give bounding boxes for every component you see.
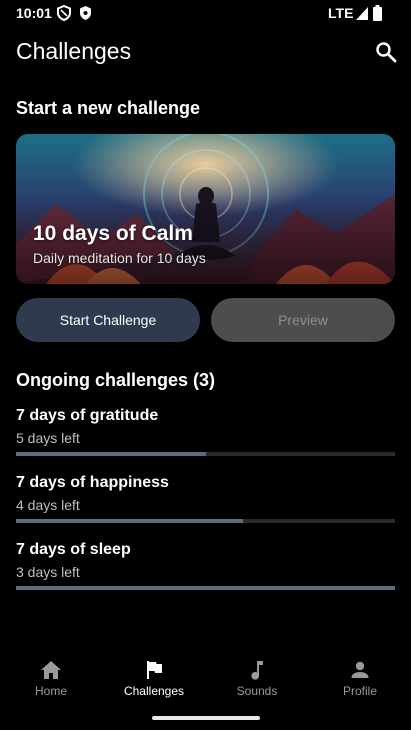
ongoing-item-days-left: 5 days left: [16, 430, 80, 446]
music-note-icon: [245, 658, 269, 682]
ongoing-item-days-left: 3 days left: [16, 564, 80, 580]
ongoing-item-title: 7 days of sleep: [16, 541, 131, 558]
progress-fill: [16, 452, 206, 456]
progress-bar: [16, 586, 395, 590]
home-icon: [39, 658, 63, 682]
nav-challenges[interactable]: Challenges: [103, 656, 205, 704]
featured-challenge-title: 10 days of Calm: [33, 222, 193, 245]
nav-challenges-label: Challenges: [123, 684, 185, 698]
status-bar: 10:01 LTE: [0, 0, 411, 26]
new-challenge-heading: Start a new challenge: [16, 98, 201, 118]
nav-sounds[interactable]: Sounds: [206, 656, 308, 704]
nav-home-label: Home: [34, 684, 67, 698]
progress-fill: [16, 519, 244, 523]
featured-challenge-card[interactable]: 10 days of Calm Daily meditation for 10 …: [16, 134, 395, 284]
ongoing-item-days-left: 4 days left: [16, 497, 80, 513]
shield-icon: [79, 5, 92, 26]
flag-icon: [142, 658, 166, 682]
network-type: LTE: [328, 5, 354, 21]
search-icon[interactable]: [374, 40, 398, 64]
start-challenge-button[interactable]: Start Challenge: [16, 298, 200, 342]
person-icon: [348, 658, 372, 682]
home-indicator[interactable]: [152, 716, 260, 720]
signal-icon: [355, 5, 369, 26]
preview-button[interactable]: Preview: [211, 298, 395, 342]
nav-profile[interactable]: Profile: [309, 656, 411, 704]
progress-bar: [16, 452, 395, 456]
ongoing-item-title: 7 days of happiness: [16, 474, 169, 491]
status-time: 10:01: [16, 5, 52, 21]
nav-home[interactable]: Home: [0, 656, 102, 704]
battery-icon: [373, 5, 382, 26]
nav-profile-label: Profile: [342, 684, 377, 698]
vpn-shield-icon: [57, 4, 71, 26]
ongoing-item-title: 7 days of gratitude: [16, 407, 159, 424]
progress-fill: [16, 586, 395, 590]
ongoing-heading: Ongoing challenges (3): [16, 370, 216, 390]
page-title: Challenges: [16, 38, 132, 64]
progress-bar: [16, 519, 395, 523]
featured-challenge-subtitle: Daily meditation for 10 days: [33, 250, 206, 266]
nav-sounds-label: Sounds: [236, 684, 278, 698]
